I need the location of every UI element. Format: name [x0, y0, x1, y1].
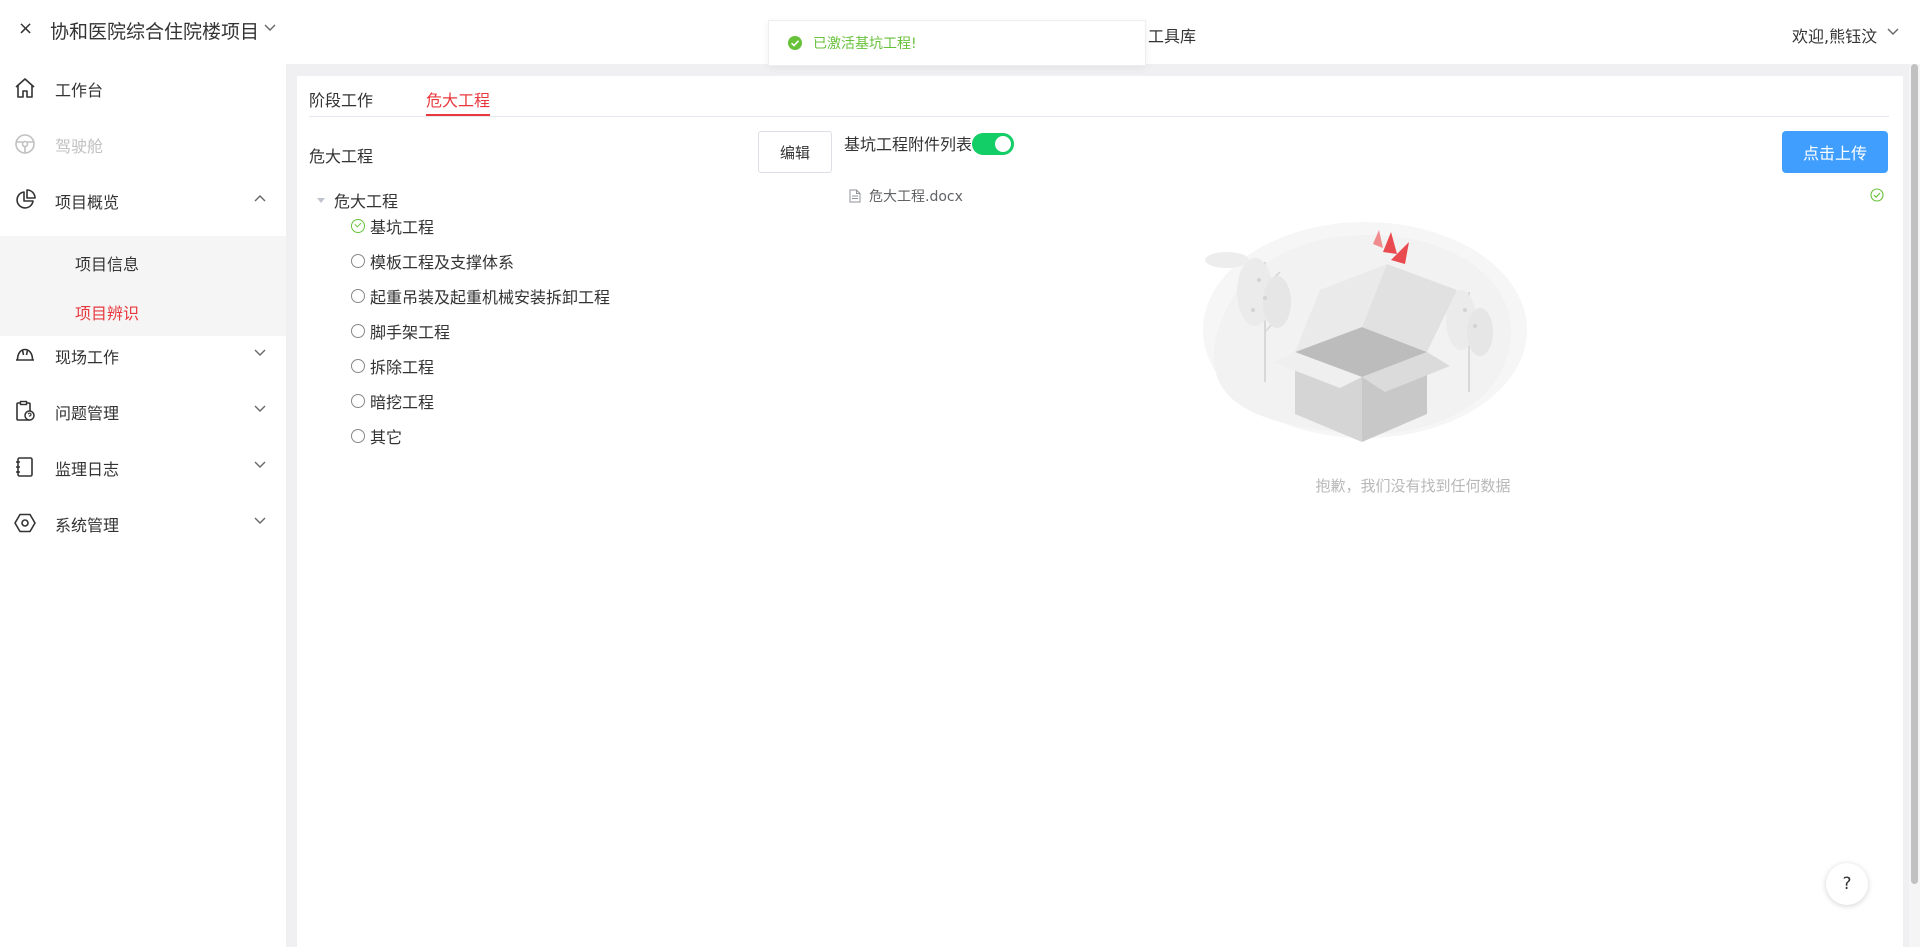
tree-item-label: 拆除工程 — [370, 358, 435, 377]
empty-box-illustration — [1203, 222, 1527, 442]
radio-circle-icon[interactable] — [351, 289, 365, 303]
sidebar-item-site-work[interactable]: 现场工作 — [0, 331, 286, 379]
sidebar-item-cockpit[interactable]: 驾驶舱 — [0, 120, 286, 168]
attachment-list-label: 基坑工程附件列表 — [844, 135, 973, 154]
toast-message: 已激活基坑工程! — [813, 36, 917, 52]
scrollbar-thumb[interactable] — [1911, 64, 1918, 884]
edit-button[interactable]: 编辑 — [758, 131, 832, 173]
pie-chart-icon — [16, 189, 36, 209]
submenu-item-project-identification[interactable]: 项目辨识 — [75, 300, 139, 324]
project-overview-submenu: 项目信息 项目辨识 — [0, 236, 286, 336]
tree-item-scaffolding[interactable]: 脚手架工程 — [351, 319, 450, 343]
tree-item-demolition[interactable]: 拆除工程 — [351, 354, 434, 378]
tree-root-node[interactable]: 危大工程 — [317, 188, 398, 212]
sidebar: 工作台 驾驶舱 项目概览 项目信息 项目辨识 现场工作 问题管理 监理日志 系统… — [0, 64, 286, 947]
toolbox-link[interactable]: 工具库 — [1148, 23, 1196, 47]
user-chevron-down-icon[interactable] — [1887, 28, 1899, 36]
radio-circle-icon[interactable] — [351, 394, 365, 408]
radio-circle-icon[interactable] — [351, 324, 365, 338]
page-scrollbar[interactable] — [1909, 64, 1920, 947]
steering-wheel-icon — [15, 134, 35, 154]
sidebar-item-project-overview[interactable]: 项目概览 — [0, 176, 286, 224]
chevron-down-icon — [254, 461, 266, 468]
chevron-down-icon — [254, 405, 266, 412]
sidebar-item-label: 监理日志 — [55, 460, 120, 479]
sidebar-item-label: 工作台 — [55, 81, 104, 100]
success-check-icon — [788, 36, 802, 50]
tree-item-label: 脚手架工程 — [370, 323, 451, 342]
user-welcome[interactable]: 欢迎,熊钰汶 — [1792, 23, 1877, 47]
sidebar-item-label: 问题管理 — [55, 404, 120, 423]
checked-circle-icon[interactable] — [351, 219, 365, 233]
upload-success-icon — [1870, 188, 1884, 202]
tree-item-foundation-pit[interactable]: 基坑工程 — [351, 214, 434, 238]
tree-item-label: 暗挖工程 — [370, 393, 435, 412]
sidebar-item-label: 项目概览 — [55, 193, 120, 212]
empty-state-text: 抱歉，我们没有找到任何数据 — [1315, 477, 1511, 495]
tree-item-label: 其它 — [370, 428, 403, 447]
tree-root-label: 危大工程 — [334, 192, 399, 211]
tab-major-hazard[interactable]: 危大工程 — [426, 87, 490, 111]
caret-down-icon[interactable] — [317, 197, 325, 203]
tree-item-formwork[interactable]: 模板工程及支撑体系 — [351, 249, 514, 273]
tree-item-underground-excavation[interactable]: 暗挖工程 — [351, 389, 434, 413]
tree-item-label: 模板工程及支撑体系 — [370, 253, 515, 272]
hard-hat-icon — [16, 348, 34, 361]
radio-circle-icon[interactable] — [351, 254, 365, 268]
success-toast: 已激活基坑工程! — [768, 20, 1146, 66]
attachment-list-toggle[interactable] — [972, 133, 1014, 155]
tree-item-label: 起重吊装及起重机械安装拆卸工程 — [370, 288, 611, 307]
close-icon[interactable]: × — [18, 18, 33, 39]
upload-button[interactable]: 点击上传 — [1782, 131, 1888, 173]
sidebar-item-label: 现场工作 — [55, 348, 120, 367]
clipboard-question-icon — [16, 400, 35, 421]
main-content: 阶段工作 危大工程 危大工程 编辑 危大工程 基坑工程 模板工程及支撑体系 起重… — [297, 76, 1903, 947]
settings-hex-icon — [14, 513, 36, 533]
tree-item-other[interactable]: 其它 — [351, 424, 402, 448]
sidebar-item-supervision-log[interactable]: 监理日志 — [0, 443, 286, 491]
chevron-down-icon[interactable] — [264, 24, 276, 32]
help-button[interactable]: ? — [1826, 863, 1868, 905]
tab-stage-work[interactable]: 阶段工作 — [309, 87, 373, 111]
sidebar-item-system-management[interactable]: 系统管理 — [0, 499, 286, 547]
chevron-down-icon — [254, 349, 266, 356]
sidebar-item-label: 系统管理 — [55, 516, 120, 535]
document-icon — [849, 189, 861, 203]
submenu-item-project-info[interactable]: 项目信息 — [75, 251, 139, 275]
sidebar-item-issue-management[interactable]: 问题管理 — [0, 387, 286, 435]
tab-bar: 阶段工作 危大工程 — [309, 76, 1889, 117]
active-tab-indicator — [426, 114, 490, 116]
radio-circle-icon[interactable] — [351, 429, 365, 443]
tree-item-hoisting[interactable]: 起重吊装及起重机械安装拆卸工程 — [351, 284, 610, 308]
home-icon — [15, 78, 35, 98]
tree-item-label: 基坑工程 — [370, 218, 435, 237]
chevron-up-icon — [254, 195, 266, 202]
project-title[interactable]: 协和医院综合住院楼项目 — [50, 17, 259, 44]
left-panel-title: 危大工程 — [309, 147, 374, 166]
sidebar-item-workbench[interactable]: 工作台 — [0, 64, 286, 112]
notebook-icon — [16, 457, 33, 477]
sidebar-item-label: 驾驶舱 — [55, 137, 104, 156]
radio-circle-icon[interactable] — [351, 359, 365, 373]
chevron-down-icon — [254, 517, 266, 524]
file-list-item[interactable]: 危大工程.docx — [849, 186, 963, 206]
file-name[interactable]: 危大工程.docx — [869, 186, 963, 206]
